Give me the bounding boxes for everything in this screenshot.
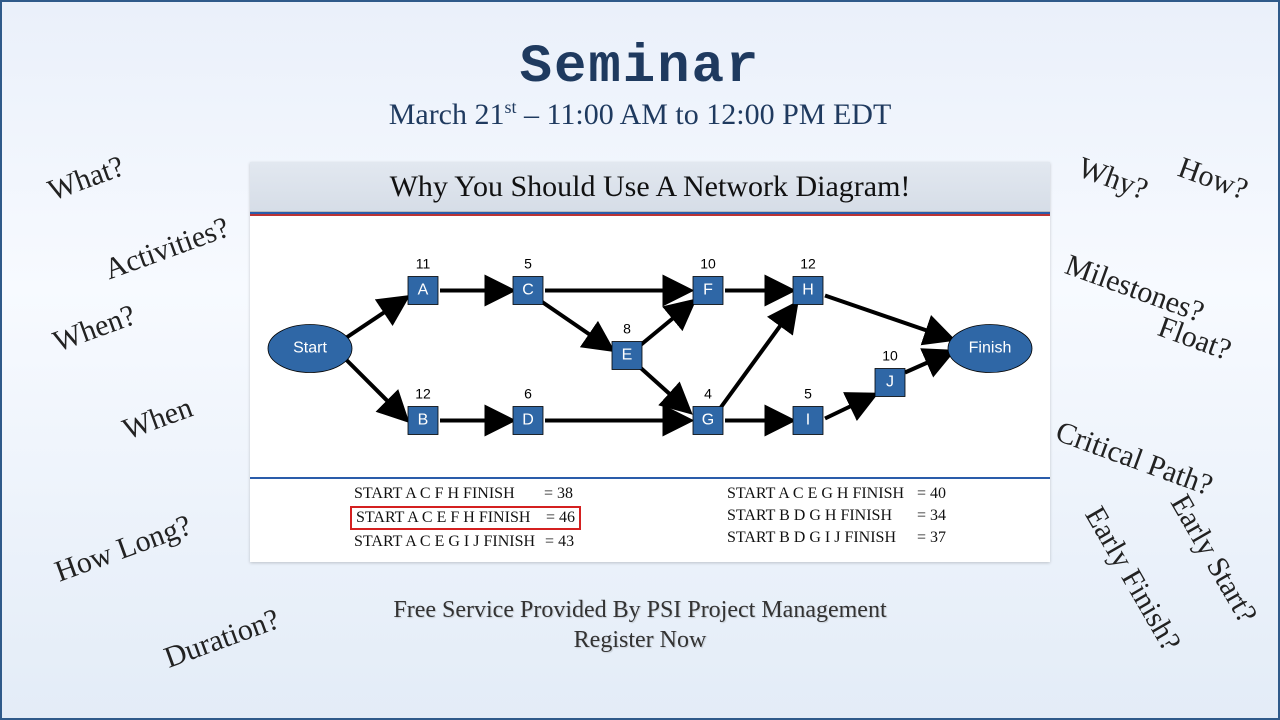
date-rest: – 11:00 AM to 12:00 PM EDT	[517, 98, 892, 131]
svg-text:B: B	[418, 412, 429, 429]
path-entry: START A C F H FINISH= 38	[350, 484, 581, 504]
path-col-left: START A C F H FINISH= 38 START A C E F H…	[350, 484, 581, 552]
word-what: What?	[44, 150, 129, 209]
svg-text:G: G	[702, 412, 714, 429]
word-when-q: When?	[49, 298, 140, 359]
svg-text:I: I	[806, 412, 810, 429]
slide: Seminar March 21st – 11:00 AM to 12:00 P…	[0, 0, 1280, 720]
svg-text:Finish: Finish	[969, 340, 1012, 357]
seminar-title: Seminar	[2, 37, 1278, 98]
svg-text:Start: Start	[293, 340, 327, 357]
path-entry: START B D G H FINISH= 34	[723, 506, 950, 526]
date-ordinal: st	[505, 97, 517, 117]
svg-text:F: F	[703, 282, 713, 299]
svg-text:5: 5	[804, 386, 812, 402]
diagram-title: Why You Should Use A Network Diagram!	[250, 162, 1050, 212]
word-howlong: How Long?	[50, 509, 196, 590]
path-entry: START A C E G H FINISH= 40	[723, 484, 950, 504]
word-when: When	[118, 391, 197, 447]
word-how: How?	[1173, 151, 1252, 207]
diagram-graph: Start Finish A 11 C 5 F 10 H	[250, 212, 1050, 479]
seminar-datetime: March 21st – 11:00 AM to 12:00 PM EDT	[2, 97, 1278, 132]
svg-text:5: 5	[524, 256, 532, 272]
word-activities: Activities?	[100, 211, 234, 287]
date-prefix: March 21	[389, 98, 505, 131]
footer-line-2: Register Now	[2, 627, 1278, 654]
diagram-panel: Why You Should Use A Network Diagram!	[250, 162, 1050, 562]
svg-text:A: A	[418, 282, 429, 299]
svg-text:11: 11	[416, 256, 431, 272]
path-entry: START B D G I J FINISH= 37	[723, 528, 950, 548]
svg-text:10: 10	[882, 348, 898, 364]
svg-text:10: 10	[700, 256, 716, 272]
word-why: Why?	[1073, 151, 1152, 207]
svg-text:C: C	[522, 282, 534, 299]
svg-text:D: D	[522, 412, 534, 429]
path-col-right: START A C E G H FINISH= 40 START B D G H…	[723, 484, 950, 552]
path-entry: START A C E G I J FINISH= 43	[350, 532, 581, 552]
svg-text:E: E	[622, 347, 633, 364]
svg-text:12: 12	[800, 256, 816, 272]
svg-text:8: 8	[623, 321, 631, 337]
svg-text:6: 6	[524, 386, 532, 402]
svg-text:12: 12	[415, 386, 431, 402]
svg-text:4: 4	[704, 386, 712, 402]
path-entry-critical: START A C E F H FINISH= 46	[350, 506, 581, 530]
svg-text:J: J	[886, 374, 894, 391]
path-list: START A C F H FINISH= 38 START A C E F H…	[250, 479, 1050, 562]
svg-text:H: H	[802, 282, 814, 299]
footer-line-1: Free Service Provided By PSI Project Man…	[2, 597, 1278, 624]
